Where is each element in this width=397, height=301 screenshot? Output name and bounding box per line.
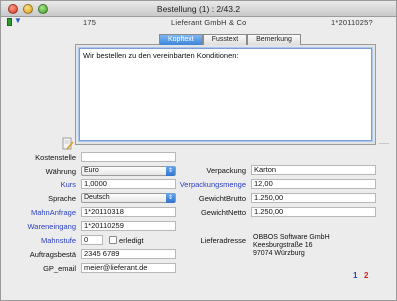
lieferadresse-label: Lieferadresse bbox=[200, 236, 246, 245]
kostenstelle-label: Kostenstelle bbox=[35, 153, 76, 162]
tab-kopftext[interactable]: Kopftext bbox=[159, 34, 203, 45]
wareneingang-field[interactable]: 1*20110259 bbox=[81, 221, 176, 231]
document-number: 175 bbox=[83, 18, 97, 27]
note-pencil-icon[interactable] bbox=[62, 137, 74, 151]
kurs-label[interactable]: Kurs bbox=[61, 180, 76, 189]
gp-email-label: GP_email bbox=[43, 264, 76, 273]
text-tabs: Kopftext Fusstext Bemerkung bbox=[159, 34, 301, 45]
waehrung-value: Euro bbox=[84, 167, 99, 174]
supplier-name: Lieferant GmbH & Co bbox=[171, 18, 247, 27]
title-bar: Bestellung (1) : 2/43.2 bbox=[1, 1, 396, 17]
gewicht-brutto-field[interactable]: 1.250,00 bbox=[251, 193, 376, 203]
green-flag-icon[interactable] bbox=[7, 18, 12, 26]
verpackungsmenge-label[interactable]: Verpackungsmenge bbox=[180, 180, 246, 189]
page-2-link[interactable]: 2 bbox=[364, 271, 368, 280]
page-1-link[interactable]: 1 bbox=[353, 271, 357, 280]
tab-panel: Wir bestellen zu den vereinbarten Kondit… bbox=[75, 44, 376, 145]
verpackung-label: Verpackung bbox=[206, 166, 246, 175]
tab-fusstext[interactable]: Fusstext bbox=[202, 34, 248, 45]
waehrung-label: Währung bbox=[45, 167, 76, 176]
divider bbox=[379, 143, 389, 144]
blue-arrow-icon[interactable]: ▼ bbox=[14, 16, 22, 25]
mahnanfrage-field[interactable]: 1*20110318 bbox=[81, 207, 176, 217]
sprache-value: Deutsch bbox=[84, 194, 110, 201]
mahnstufe-field[interactable]: 0 bbox=[81, 235, 103, 245]
erledigt-checkbox[interactable] bbox=[109, 236, 117, 244]
auftragsbestae-label: Auftragsbestä bbox=[29, 250, 76, 259]
gewicht-brutto-label: GewichtBrutto bbox=[198, 194, 246, 203]
mahnanfrage-label[interactable]: MahnAnfrage bbox=[31, 208, 76, 217]
verpackungsmenge-field[interactable]: 12,00 bbox=[251, 179, 376, 189]
auftragsbestae-field[interactable]: 2345 6789 bbox=[81, 249, 176, 259]
lieferadresse-block[interactable]: OBBOS Software GmbH Keesburgstraße 16 97… bbox=[253, 234, 330, 258]
address-line: OBBOS Software GmbH bbox=[253, 234, 330, 241]
sprache-label: Sprache bbox=[48, 194, 76, 203]
gewicht-netto-field[interactable]: 1.250,00 bbox=[251, 207, 376, 217]
kurs-field[interactable]: 1,0000 bbox=[81, 179, 176, 189]
reference-number: 1*2011025? bbox=[331, 18, 373, 27]
chevron-updown-icon: ⇕ bbox=[166, 193, 175, 203]
mahnstufe-label[interactable]: Mahnstufe bbox=[41, 236, 76, 245]
window-title: Bestellung (1) : 2/43.2 bbox=[156, 4, 241, 14]
tab-bemerkung[interactable]: Bemerkung bbox=[247, 34, 301, 45]
verpackung-field[interactable]: Karton bbox=[251, 165, 376, 175]
gewicht-netto-label: GewichtNetto bbox=[200, 208, 246, 217]
address-line: 97074 Würzburg bbox=[253, 250, 305, 257]
wareneingang-label[interactable]: Wareneingang bbox=[27, 222, 76, 231]
sprache-select[interactable]: Deutsch ⇕ bbox=[81, 193, 176, 203]
erledigt-label: erledigt bbox=[119, 236, 144, 245]
gp-email-field[interactable]: meier@lieferant.de bbox=[81, 263, 176, 273]
kostenstelle-field[interactable] bbox=[81, 152, 176, 162]
waehrung-select[interactable]: Euro ⇕ bbox=[81, 166, 176, 176]
chevron-updown-icon: ⇕ bbox=[166, 166, 175, 176]
address-line: Keesburgstraße 16 bbox=[253, 242, 313, 249]
order-window: Bestellung (1) : 2/43.2 ▼ 175 Lieferant … bbox=[0, 0, 397, 301]
kopftext-textarea[interactable]: Wir bestellen zu den vereinbarten Kondit… bbox=[79, 48, 372, 141]
